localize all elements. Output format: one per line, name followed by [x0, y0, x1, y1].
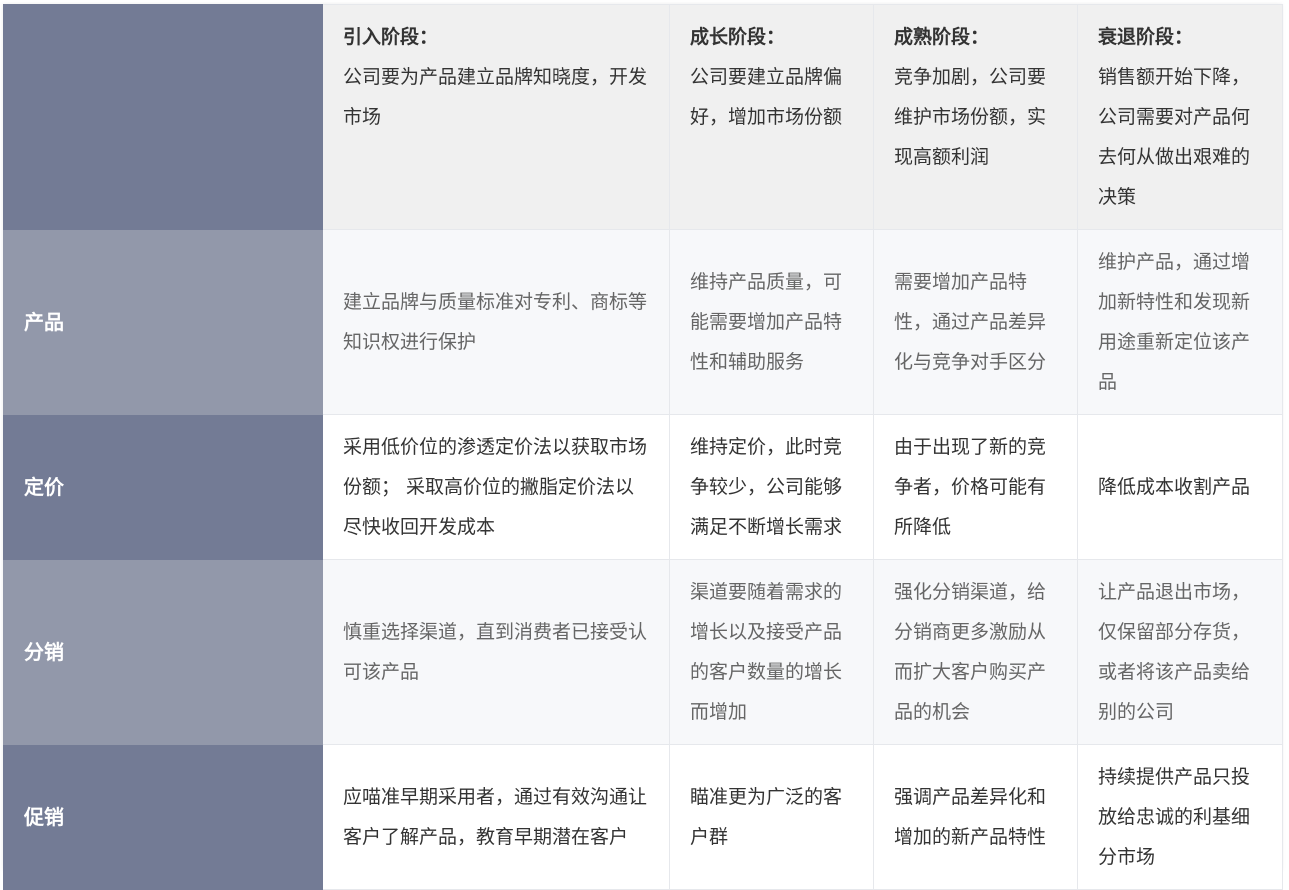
table-row-pricing: 定价 采用低价位的渗透定价法以获取市场份额； 采取高价位的撇脂定价法以尽快收回开…: [3, 414, 1283, 560]
stage-title: 成长阶段：: [690, 26, 786, 48]
lifecycle-table-container: 引入阶段： 公司要为产品建立品牌知晓度，开发市场 成长阶段： 公司要建立品牌偏好…: [3, 4, 1283, 890]
stage-title: 成熟阶段：: [894, 26, 990, 48]
corner-cell: [3, 4, 323, 230]
table-cell: 强化分销渠道，给分销商更多激励从而扩大客户购买产品的机会: [873, 559, 1078, 745]
table-cell: 由于出现了新的竞争者，价格可能有所降低: [873, 414, 1078, 560]
stage-description: 公司要为产品建立品牌知晓度，开发市场: [343, 66, 648, 128]
row-label-distribution: 分销: [3, 559, 323, 745]
table-cell: 慎重选择渠道，直到消费者已接受认可该产品: [322, 559, 670, 745]
table-row-product: 产品 建立品牌与质量标准对专利、商标等知识权进行保护 维持产品质量，可能需要增加…: [3, 229, 1283, 415]
product-lifecycle-table: 引入阶段： 公司要为产品建立品牌知晓度，开发市场 成长阶段： 公司要建立品牌偏好…: [3, 4, 1283, 890]
table-cell: 让产品退出市场，仅保留部分存货，或者将该产品卖给别的公司: [1077, 559, 1283, 745]
table-cell: 采用低价位的渗透定价法以获取市场份额； 采取高价位的撇脂定价法以尽快收回开发成本: [322, 414, 670, 560]
table-cell: 降低成本收割产品: [1077, 414, 1283, 560]
table-cell: 瞄准更为广泛的客户群: [669, 744, 874, 890]
table-cell: 维持定价，此时竞争较少，公司能够满足不断增长需求: [669, 414, 874, 560]
header-row: 引入阶段： 公司要为产品建立品牌知晓度，开发市场 成长阶段： 公司要建立品牌偏好…: [3, 4, 1283, 230]
table-cell: 建立品牌与质量标准对专利、商标等知识权进行保护: [322, 229, 670, 415]
stage-header-decline: 衰退阶段： 销售额开始下降，公司需要对产品何去何从做出艰难的决策: [1077, 4, 1283, 230]
stage-title: 引入阶段：: [343, 26, 439, 48]
table-cell: 持续提供产品只投放给忠诚的利基细分市场: [1077, 744, 1283, 890]
table-cell: 维持产品质量，可能需要增加产品特性和辅助服务: [669, 229, 874, 415]
stage-header-maturity: 成熟阶段： 竞争加剧，公司要维护市场份额，实现高额利润: [873, 4, 1078, 230]
table-cell: 维护产品，通过增加新特性和发现新用途重新定位该产品: [1077, 229, 1283, 415]
table-cell: 需要增加产品特性，通过产品差异化与竞争对手区分: [873, 229, 1078, 415]
stage-description: 销售额开始下降，公司需要对产品何去何从做出艰难的决策: [1098, 66, 1251, 208]
table-row-promotion: 促销 应喵准早期采用者，通过有效沟通让客户了解产品，教育早期潜在客户 瞄准更为广…: [3, 744, 1283, 890]
row-label-pricing: 定价: [3, 414, 323, 560]
table-cell: 渠道要随着需求的增长以及接受产品的客户数量的增长而增加: [669, 559, 874, 745]
stage-header-introduction: 引入阶段： 公司要为产品建立品牌知晓度，开发市场: [322, 4, 670, 230]
row-label-promotion: 促销: [3, 744, 323, 890]
stage-description: 公司要建立品牌偏好，增加市场份额: [690, 66, 843, 128]
row-label-product: 产品: [3, 229, 323, 415]
table-row-distribution: 分销 慎重选择渠道，直到消费者已接受认可该产品 渠道要随着需求的增长以及接受产品…: [3, 559, 1283, 745]
table-cell: 强调产品差异化和增加的新产品特性: [873, 744, 1078, 890]
stage-description: 竞争加剧，公司要维护市场份额，实现高额利润: [894, 66, 1047, 168]
table-cell: 应喵准早期采用者，通过有效沟通让客户了解产品，教育早期潜在客户: [322, 744, 670, 890]
stage-title: 衰退阶段：: [1098, 26, 1194, 48]
stage-header-growth: 成长阶段： 公司要建立品牌偏好，增加市场份额: [669, 4, 874, 230]
